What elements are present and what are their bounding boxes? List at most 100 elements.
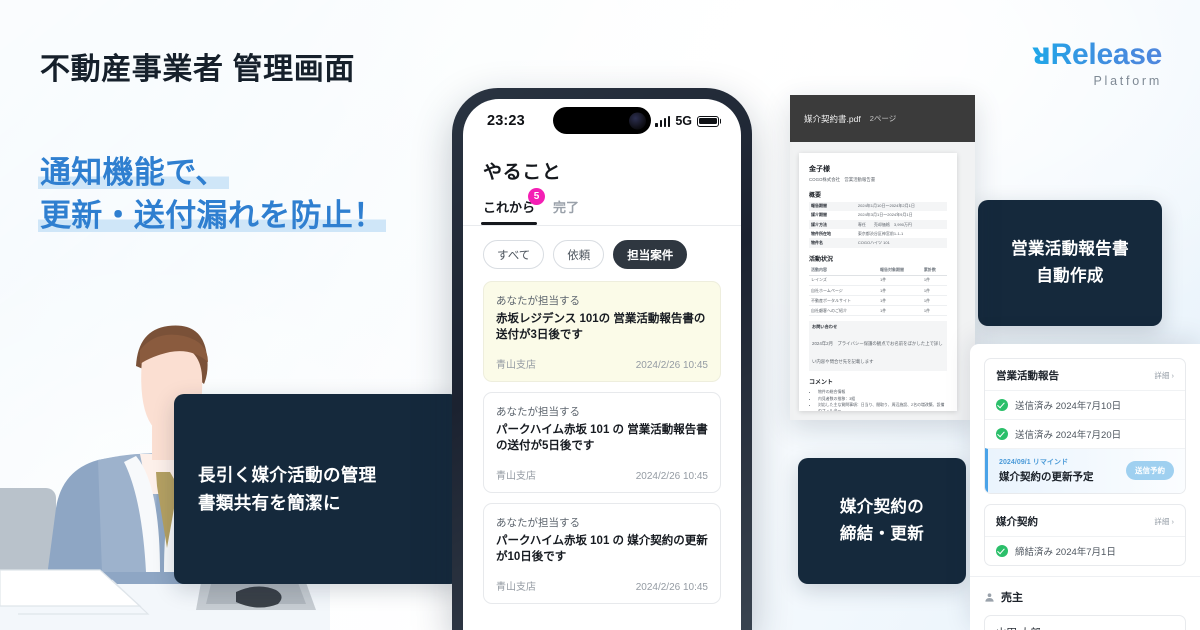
todo-branch: 青山支店 (496, 471, 536, 483)
todo-timestamp: 2024/2/26 10:45 (635, 471, 708, 483)
status-row: 締結済み 2024年7月1日 (985, 536, 1185, 565)
pdf-summary-heading: 概要 (809, 192, 822, 199)
seller-row[interactable]: 山田 太郎 2024/4/20 12:38 (984, 615, 1186, 630)
detail-panel-body: 営業活動報告 詳細 › 送信済み 2024年7月10日 送信済み 2024年7月20日… (970, 344, 1200, 630)
filter-chip-1[interactable]: すべて (483, 240, 545, 269)
pdf-activity-period: 1件 (878, 275, 922, 286)
pdf-activity-header: 累計数 (921, 265, 947, 276)
pdf-summary-value: 東京都渋谷区神宮前1-1-1 (857, 230, 904, 236)
pdf-activity-heading: 活動状況 (809, 256, 834, 263)
pdf-comment-item: 対応した主な質問事項：日当り、間取り、周辺施設、2名の増改築、設備のフィルター (818, 402, 947, 411)
pdf-activity-total: 1件 (921, 295, 947, 307)
pdf-activity-period: 1件 (878, 295, 922, 307)
status-row: 送信済み 2024年7月10日 (985, 390, 1185, 419)
todo-screen: やること これから 5 完了 すべて 依頼 担当案件 あなたが担当する 赤坂レジデンス 1… (463, 143, 741, 630)
status-card-title: 営業活動報告 (996, 370, 1059, 382)
filter-chip-2[interactable]: 依頼 (553, 240, 605, 269)
pdf-activity-total: 1件 (921, 275, 947, 286)
todo-list[interactable]: あなたが担当する 赤坂レジデンス 101の 営業活動報告書の送付が3日後です 青山支… (483, 281, 721, 605)
tab-2[interactable]: 完了 (553, 197, 579, 225)
callout-right-line-1: 営業活動報告書 (1011, 240, 1129, 259)
callout-right-line-2: 自動作成 (1036, 267, 1104, 285)
status-card: 営業活動報告 詳細 › 送信済み 2024年7月10日 送信済み 2024年7月20日… (984, 358, 1186, 494)
pdf-activity-row: 不動産ポータルサイト 1件 1件 (809, 295, 947, 307)
pdf-activity-name: 自社ホームページ (809, 285, 878, 297)
person-icon (985, 592, 994, 602)
reminder-row[interactable]: 2024/09/1 リマインド 媒介契約の更新予定 送信予約 (985, 448, 1185, 493)
status-card: 媒介契約 詳細 › 締結済み 2024年7月1日 (984, 504, 1186, 566)
pdf-comment-heading: コメント (809, 380, 834, 387)
pdf-activity-total: 1件 (921, 285, 947, 297)
phone-screen: 23:23 5G やること これから 5 完了 すべて 依頼 担当案件 あなたが担当する… (463, 99, 741, 630)
pdf-addressee: 金子様 (809, 166, 830, 173)
reminder-text: 2024/09/1 リマインド 媒介契約の更新予定 (999, 457, 1094, 484)
pdf-note: お問い合わせ 2024年2月 プライバシー保護の観点でお名前をぼかした上で詳しい… (809, 321, 947, 372)
callout-left: 長引く媒介活動の管理 書類共有を簡潔に (174, 394, 460, 584)
todo-lead: あなたが担当する (496, 406, 580, 419)
todo-card[interactable]: あなたが担当する 赤坂レジデンス 101の 営業活動報告書の送付が3日後です 青山支… (483, 281, 721, 383)
pdf-summary-value: COGOハイツ 101 (857, 239, 890, 245)
todo-branch: 青山支店 (496, 582, 536, 594)
dynamic-island (553, 107, 651, 134)
callout-report-automation: 営業活動報告書 自動作成 (978, 200, 1162, 326)
todo-meta: 青山支店 2024/2/26 10:45 (496, 578, 708, 593)
pdf-summary-key: 物件所在地 (811, 230, 831, 236)
check-circle-icon (996, 428, 1008, 440)
callout-left-line-2: 書類共有を簡潔に (198, 493, 341, 513)
todo-meta: 青山支店 2024/2/26 10:45 (496, 356, 708, 371)
pdf-activity-name: レインズ (809, 275, 878, 286)
release-platform-logo: ᴚRelease Platform (1032, 40, 1162, 88)
network-label: 5G (675, 114, 692, 128)
tab-1[interactable]: これから 5 (480, 188, 546, 225)
pdf-summary-key: 報告期間 (811, 203, 827, 209)
status-card-detail-link[interactable]: 詳細 › (1154, 370, 1174, 381)
callout-contract: 媒介契約の 締結・更新 (798, 458, 966, 584)
iphone-mockup: 23:23 5G やること これから 5 完了 すべて 依頼 担当案件 あなたが担当する… (452, 88, 752, 630)
logo-subtitle: Platform (1093, 74, 1162, 88)
status-card-header: 営業活動報告 詳細 › (985, 359, 1185, 390)
status-clock: 23:23 (487, 113, 525, 129)
pdf-toolbar: 媒介契約書.pdf 2ページ (790, 95, 975, 142)
callout-mid-line-1: 媒介契約の (839, 498, 925, 517)
pdf-viewer: 媒介契約書.pdf 2ページ 金子様 COGO株式会社 営業活動報告書 概要 報… (790, 95, 975, 420)
pdf-page: 金子様 COGO株式会社 営業活動報告書 概要 報告期間 2024年1月10日〜2… (799, 153, 957, 411)
pdf-comment-list: 物件の総合情報内見者数の推移：3組対応した主な質問事項：日当り、間取り、周辺施設… (818, 389, 947, 411)
todo-branch: 青山支店 (496, 360, 536, 372)
pdf-activity-name: 不動産ポータルサイト (809, 295, 878, 307)
pdf-activity-table: 活動内容 報告対象期間 累計数 レインズ 1件 1件 自社ホームページ 1件 1件 不動産ポータ… (809, 265, 947, 317)
logo-wordmark: Release (1050, 38, 1162, 71)
status-card-header: 媒介契約 詳細 › (985, 505, 1185, 536)
signal-bars-icon (655, 115, 671, 127)
filter-chip-group[interactable]: すべて 依頼 担当案件 (483, 226, 721, 281)
tab-bar[interactable]: これから 5 完了 (480, 188, 721, 225)
todo-card[interactable]: あなたが担当する パークハイム赤坂 101 の 媒介契約の更新が10日後です 青山支… (483, 503, 721, 605)
seller-name: 山田 太郎 (996, 625, 1041, 630)
logo-mark-icon: ᴚ (1031, 37, 1051, 72)
todo-lead: あなたが担当する (496, 517, 580, 530)
detail-panel: 営業活動報告 詳細 › 送信済み 2024年7月10日 送信済み 2024年7月20日… (970, 344, 1200, 630)
pdf-note-title: お問い合わせ (812, 324, 838, 330)
screen-title: やること (483, 162, 562, 183)
status-card-detail-link[interactable]: 詳細 › (1154, 516, 1174, 527)
pdf-summary-row: 報告期間 2024年1月10日〜2024年2月1日 (809, 201, 947, 211)
check-circle-icon (996, 545, 1008, 557)
subheadline-line-2: 更新・送付漏れを防止！ (38, 197, 387, 233)
tab-badge-count: 5 (528, 188, 546, 205)
battery-icon (697, 115, 719, 127)
check-circle-icon (996, 399, 1008, 411)
pdf-summary-row: 物件名 COGOハイツ 101 (809, 238, 947, 248)
pdf-page-count: 2ページ (869, 114, 897, 123)
callout-mid-line-2: 締結・更新 (839, 525, 925, 543)
todo-card[interactable]: あなたが担当する パークハイム赤坂 101 の 営業活動報告書の送付が5日後です青… (483, 392, 721, 494)
seller-heading: 売主 (984, 589, 1186, 605)
pdf-note-body: 2024年2月 プライバシー保護の観点でお名前をぼかした上で詳しい内容や問合せ先… (812, 341, 943, 365)
filter-chip-3[interactable]: 担当案件 (613, 240, 688, 269)
todo-lead: あなたが担当する (496, 295, 580, 307)
pdf-activity-header: 報告対象期間 (878, 265, 922, 276)
pdf-summary-key: 媒介期間 (811, 212, 827, 218)
page-title: 不動産事業者 管理画面 (40, 53, 355, 86)
reminder-date: 2024/09/1 リマインド (999, 459, 1069, 466)
subheadline-line-1: 通知機能で、 (38, 155, 229, 190)
pdf-activity-header: 活動内容 (809, 265, 878, 276)
pdf-summary-value: 2024年3月1日〜2024年9月1日 (857, 212, 913, 218)
